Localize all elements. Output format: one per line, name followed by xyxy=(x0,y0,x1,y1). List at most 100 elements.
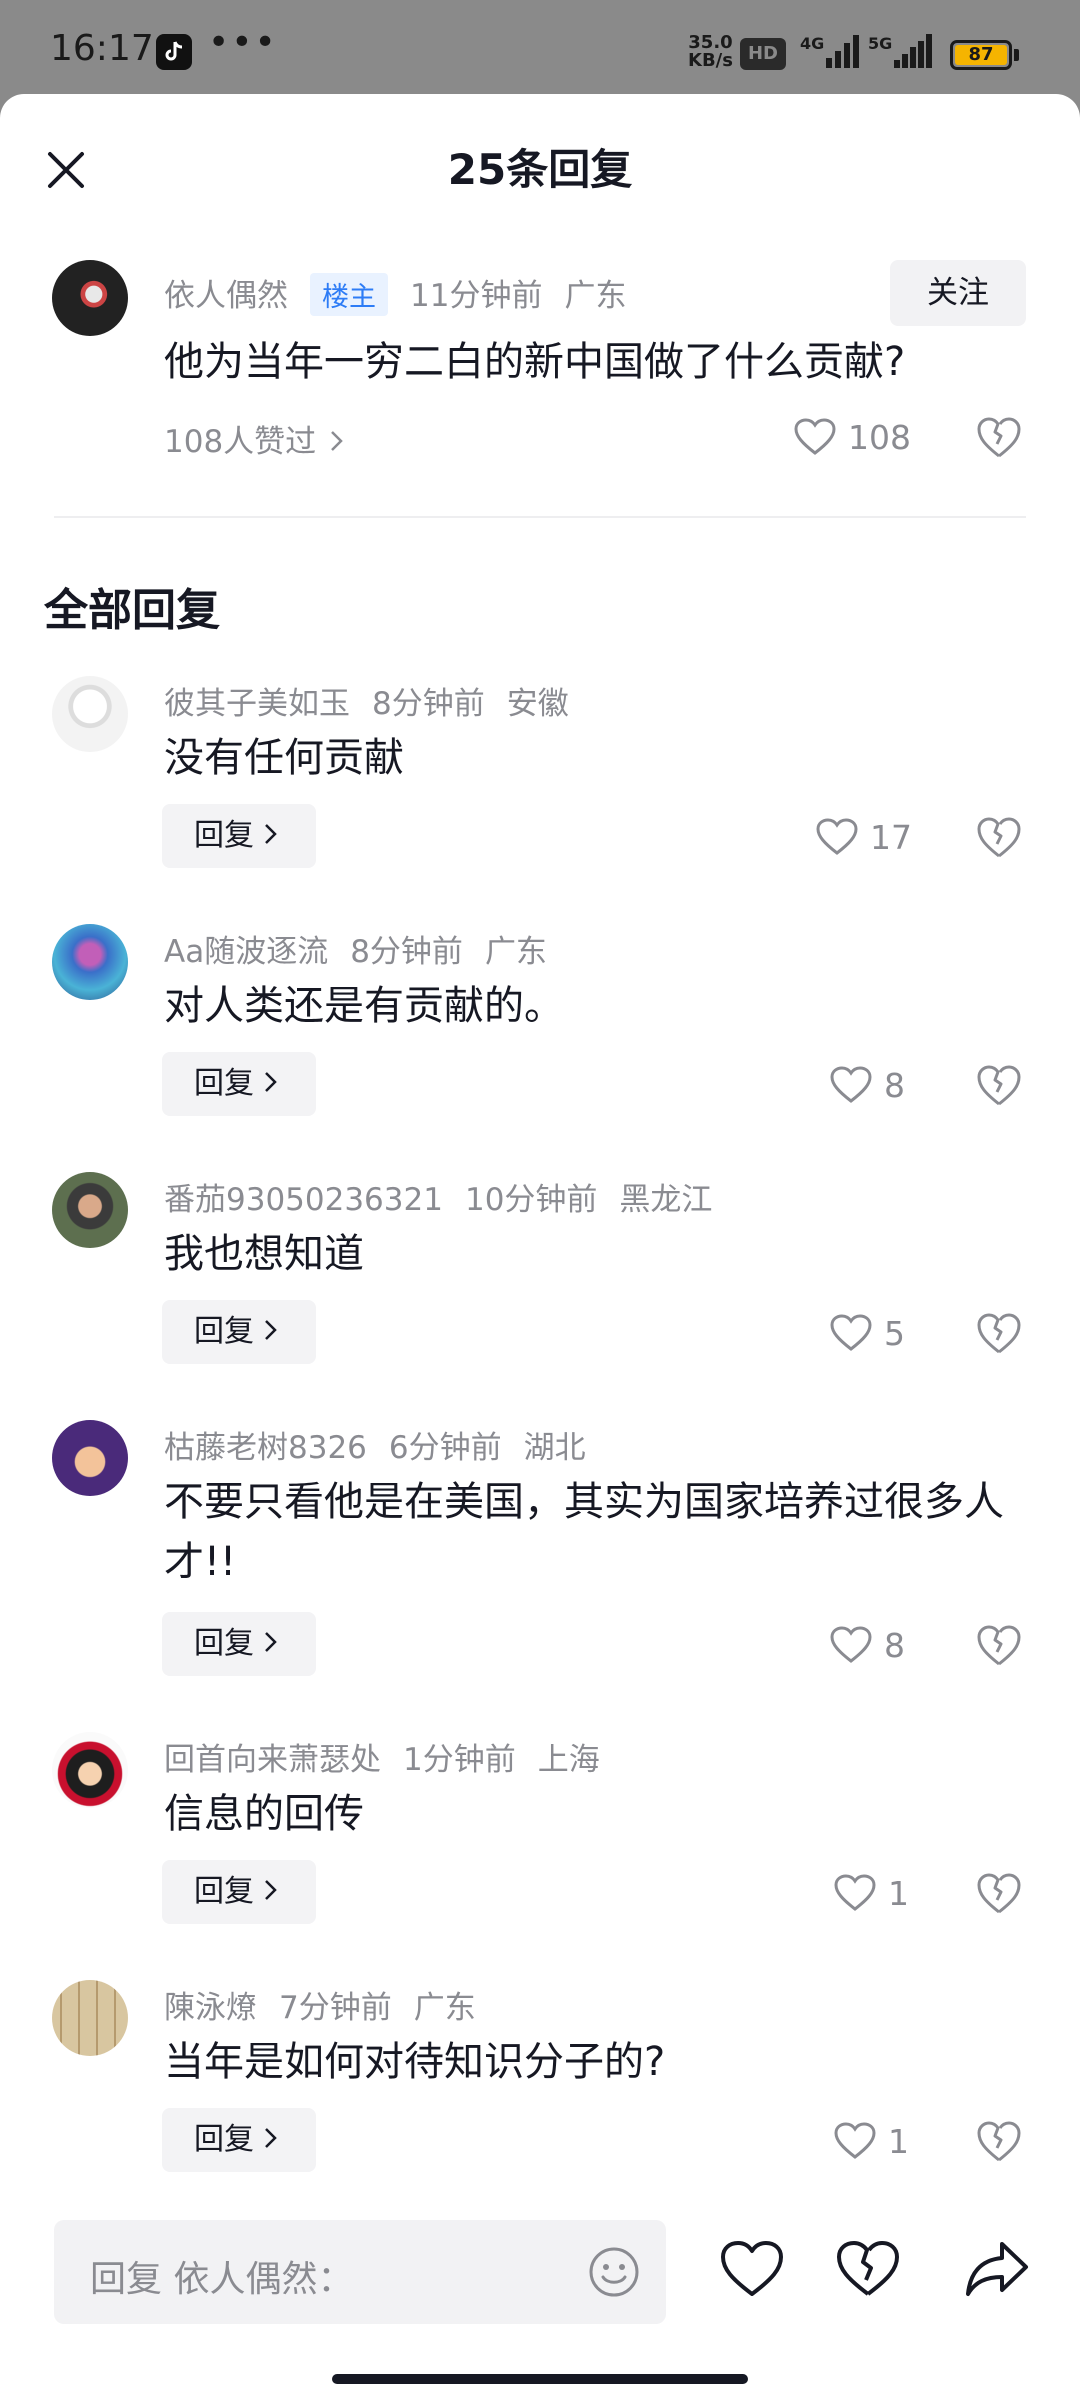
reply-button[interactable]: 回复 xyxy=(162,1052,316,1116)
reply-location: 上海 xyxy=(537,1742,600,1778)
signal-icon-2 xyxy=(894,34,932,68)
broken-heart-icon[interactable] xyxy=(976,2118,1022,2164)
like-button[interactable]: 17 xyxy=(816,812,912,862)
network-5g-label: 5G xyxy=(868,34,893,53)
like-count: 108 xyxy=(848,417,911,457)
avatar[interactable] xyxy=(52,1980,128,2056)
comment-time: 11分钟前 xyxy=(410,278,543,314)
reply-button-label: 回复 xyxy=(194,2122,254,2157)
reply-time: 10分钟前 xyxy=(464,1182,598,1218)
like-button[interactable]: 8 xyxy=(830,1060,905,1110)
broken-heart-icon[interactable] xyxy=(976,1062,1022,1108)
reply-meta: 番茄93050236321 10分钟前 黑龙江 xyxy=(164,1174,734,1219)
like-button[interactable]: 108 xyxy=(794,412,911,462)
op-badge: 楼主 xyxy=(310,273,388,316)
reply-text: 没有任何贡献 xyxy=(164,735,404,781)
reply-time: 8分钟前 xyxy=(372,686,485,722)
reply-text: 当年是如何对待知识分子的? xyxy=(164,2039,666,2085)
broken-heart-icon[interactable] xyxy=(836,2240,900,2298)
chevron-right-icon xyxy=(264,1880,277,1900)
reply-button-label: 回复 xyxy=(194,1626,254,1661)
reply-input[interactable]: 回复 依人偶然： xyxy=(54,2220,666,2324)
status-more-dots: ••• xyxy=(208,22,278,63)
likers-link[interactable]: 108人赞过 xyxy=(164,416,344,461)
like-count: 1 xyxy=(888,2121,909,2161)
home-indicator[interactable] xyxy=(332,2374,748,2384)
reply-time: 6分钟前 xyxy=(388,1430,502,1466)
reply-location: 黑龙江 xyxy=(619,1182,713,1218)
chevron-right-icon xyxy=(264,1320,277,1340)
reply-location: 广东 xyxy=(484,934,547,970)
like-count: 5 xyxy=(884,1313,905,1353)
reply-time: 1分钟前 xyxy=(403,1742,516,1778)
network-4g-label: 4G xyxy=(800,34,825,53)
share-icon[interactable] xyxy=(964,2240,1030,2298)
reply-meta: 回首向来萧瑟处 1分钟前 上海 xyxy=(164,1734,622,1779)
chevron-right-icon xyxy=(330,424,344,460)
battery-tip xyxy=(1014,49,1019,61)
avatar[interactable] xyxy=(52,1420,128,1496)
username[interactable]: 彼其子美如玉 xyxy=(164,686,350,722)
reply-button[interactable]: 回复 xyxy=(162,1860,316,1924)
avatar[interactable] xyxy=(52,1732,128,1808)
reply-location: 安徽 xyxy=(506,686,569,722)
chevron-right-icon xyxy=(264,824,277,844)
emoji-icon[interactable] xyxy=(588,2246,640,2298)
reply-button[interactable]: 回复 xyxy=(162,2108,316,2172)
chevron-right-icon xyxy=(264,1072,277,1092)
like-count: 17 xyxy=(870,817,912,857)
like-button[interactable]: 8 xyxy=(830,1620,905,1670)
reply-location: 广东 xyxy=(413,1990,476,2026)
username[interactable]: Aa随波逐流 xyxy=(164,934,328,970)
divider xyxy=(54,516,1026,518)
heart-icon[interactable] xyxy=(720,2240,784,2298)
avatar[interactable] xyxy=(52,924,128,1000)
username[interactable]: 番茄93050236321 xyxy=(164,1182,443,1218)
reply-button-label: 回复 xyxy=(194,1874,254,1909)
heart-icon xyxy=(816,818,858,855)
reply-text: 我也想知道 xyxy=(164,1231,364,1277)
broken-heart-icon[interactable] xyxy=(976,814,1022,860)
username[interactable]: 陳泳燎 xyxy=(164,1990,257,2026)
reply-button[interactable]: 回复 xyxy=(162,1612,316,1676)
likers-text: 108人赞过 xyxy=(164,424,317,460)
heart-icon xyxy=(830,1066,872,1103)
username[interactable]: 依人偶然 xyxy=(164,278,288,314)
reply-time: 8分钟前 xyxy=(350,934,463,970)
chevron-right-icon xyxy=(264,2128,277,2148)
heart-icon xyxy=(834,1874,876,1911)
douyin-app-icon xyxy=(156,34,192,70)
username[interactable]: 回首向来萧瑟处 xyxy=(164,1742,381,1778)
like-button[interactable]: 1 xyxy=(834,2116,909,2166)
original-comment-text: 他为当年一穷二白的新中国做了什么贡献? xyxy=(164,339,906,385)
reply-input-placeholder: 回复 依人偶然： xyxy=(90,2259,354,2300)
reply-text: 信息的回传 xyxy=(164,1791,364,1837)
broken-heart-icon[interactable] xyxy=(976,1870,1022,1916)
avatar[interactable] xyxy=(52,676,128,752)
reply-meta: 陳泳燎 7分钟前 广东 xyxy=(164,1982,498,2027)
reply-text: 对人类还是有贡献的。 xyxy=(164,983,564,1029)
follow-button[interactable]: 关注 xyxy=(890,260,1026,326)
avatar[interactable] xyxy=(52,1172,128,1248)
heart-icon xyxy=(830,1314,872,1351)
heart-icon xyxy=(794,418,836,455)
original-comment-meta: 依人偶然 楼主 11分钟前 广东 xyxy=(164,270,648,316)
avatar[interactable] xyxy=(52,260,128,336)
like-count: 8 xyxy=(884,1625,905,1665)
reply-button[interactable]: 回复 xyxy=(162,1300,316,1364)
like-button[interactable]: 1 xyxy=(834,1868,909,1918)
reply-meta: Aa随波逐流 8分钟前 广东 xyxy=(164,926,569,971)
username[interactable]: 枯藤老树8326 xyxy=(164,1430,367,1466)
heart-icon xyxy=(830,1626,872,1663)
reply-button-label: 回复 xyxy=(194,1314,254,1349)
like-button[interactable]: 5 xyxy=(830,1308,905,1358)
reply-button-label: 回复 xyxy=(194,818,254,853)
broken-heart-icon[interactable] xyxy=(976,1622,1022,1668)
broken-heart-icon[interactable] xyxy=(976,414,1022,460)
like-count: 1 xyxy=(888,1873,909,1913)
reply-meta: 枯藤老树8326 6分钟前 湖北 xyxy=(164,1422,608,1467)
reply-button[interactable]: 回复 xyxy=(162,804,316,868)
reply-time: 7分钟前 xyxy=(279,1990,392,2026)
network-speed-unit: KB/s xyxy=(688,50,733,71)
broken-heart-icon[interactable] xyxy=(976,1310,1022,1356)
